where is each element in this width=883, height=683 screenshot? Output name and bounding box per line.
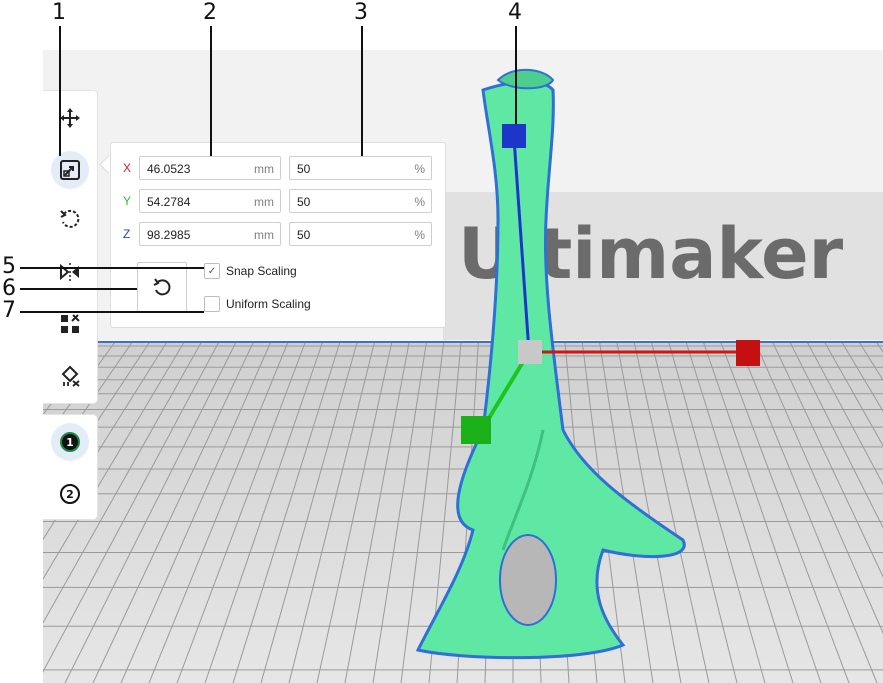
callout-6-line xyxy=(20,288,137,290)
extruder-panel: 1 2 xyxy=(43,414,98,520)
callout-3-line xyxy=(361,26,363,156)
callout-2: 2 xyxy=(203,0,217,25)
snap-scaling-checkbox[interactable]: ✓ xyxy=(204,263,220,279)
callout-4: 4 xyxy=(508,0,522,25)
callout-7-line xyxy=(20,311,204,313)
mirror-icon xyxy=(60,263,79,281)
move-icon xyxy=(60,108,80,128)
callout-5: 5 xyxy=(2,254,16,279)
x-handle[interactable] xyxy=(736,340,760,366)
y-size-input[interactable]: 54.2784 mm xyxy=(139,189,281,213)
svg-text:2: 2 xyxy=(66,488,74,501)
check-icon: ✓ xyxy=(207,265,217,277)
mirror-tool-button[interactable] xyxy=(51,253,89,291)
extruder-2-button[interactable]: 2 xyxy=(51,475,89,513)
callout-1: 1 xyxy=(52,0,66,25)
z-axis-label: Z xyxy=(123,227,131,241)
x-percent-input[interactable]: 50 % xyxy=(289,156,432,180)
callout-2-line xyxy=(210,26,212,156)
callout-7: 7 xyxy=(2,298,16,323)
reset-scale-button[interactable] xyxy=(137,262,187,312)
z-percent-input[interactable]: 50 % xyxy=(289,222,432,246)
x-axis-label: X xyxy=(123,161,132,175)
extruder-icon: 1 xyxy=(60,432,80,452)
scale-icon xyxy=(60,160,80,180)
uniform-scaling-label: Uniform Scaling xyxy=(226,297,311,311)
uniform-handle[interactable] xyxy=(518,340,542,364)
callout-3: 3 xyxy=(354,0,368,25)
svg-text:1: 1 xyxy=(66,436,74,449)
scale-tool-button[interactable] xyxy=(51,151,89,189)
callout-6: 6 xyxy=(2,276,16,301)
callout-1-line xyxy=(59,26,61,156)
support-blocker-tool-button[interactable] xyxy=(51,357,89,395)
z-size-input[interactable]: 98.2985 mm xyxy=(139,222,281,246)
support-blocker-icon xyxy=(61,365,80,387)
y-handle[interactable] xyxy=(461,416,491,444)
per-model-settings-icon xyxy=(61,314,80,333)
extruder-1-button[interactable]: 1 xyxy=(51,423,89,461)
snap-scaling-label: Snap Scaling xyxy=(226,264,297,278)
tool-panel xyxy=(43,90,98,404)
rotate-tool-button[interactable] xyxy=(51,201,89,239)
extruder-icon: 2 xyxy=(60,484,80,504)
z-handle[interactable] xyxy=(502,124,526,148)
y-percent-input[interactable]: 50 % xyxy=(289,189,432,213)
callout-5-line xyxy=(20,267,204,269)
reset-icon xyxy=(153,278,171,296)
move-tool-button[interactable] xyxy=(51,99,89,137)
uniform-scaling-checkbox[interactable] xyxy=(204,296,220,312)
y-axis-label: Y xyxy=(123,194,132,208)
callout-4-line xyxy=(515,26,517,124)
x-size-input[interactable]: 46.0523 mm xyxy=(139,156,281,180)
rotate-icon xyxy=(60,209,80,228)
